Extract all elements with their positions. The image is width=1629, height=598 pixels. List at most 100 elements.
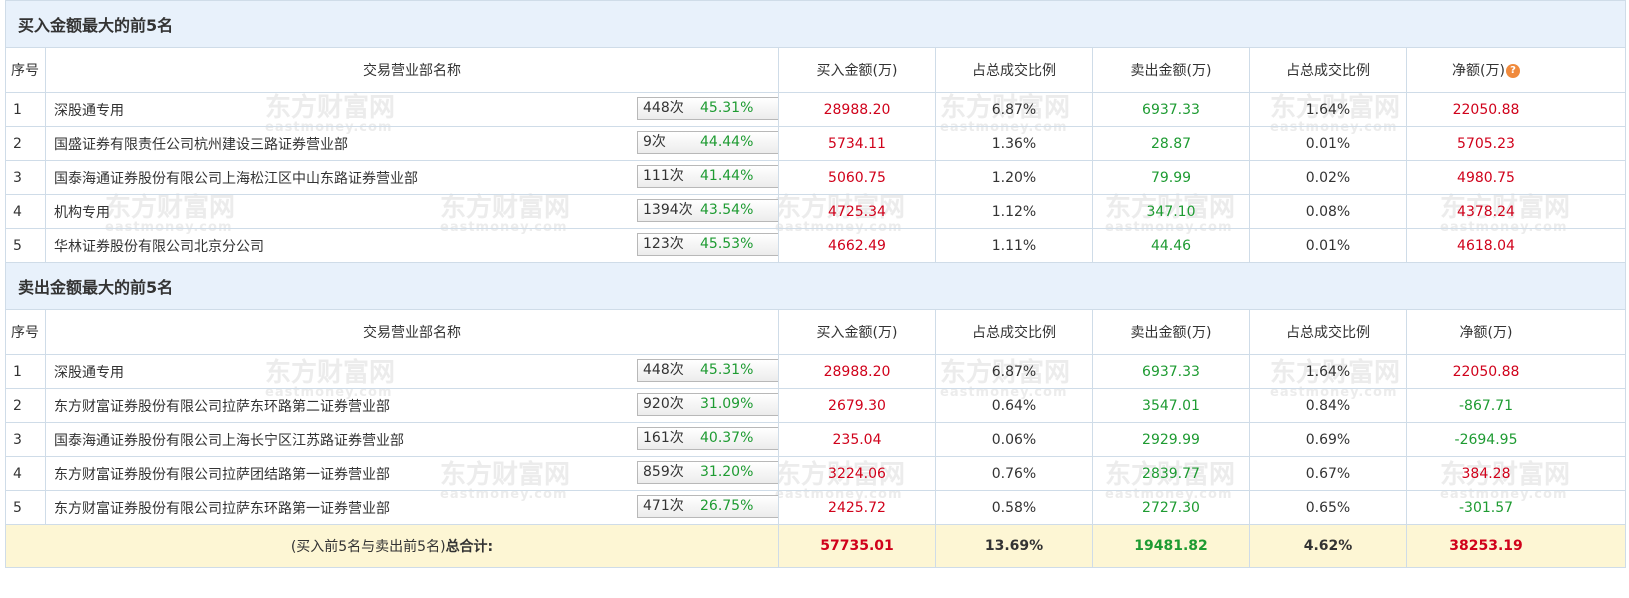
table-row: 3 国泰海通证券股份有限公司上海松江区中山东路证券营业部 111次 41.44% 506… [5,160,1627,195]
col-header-name: 交易营业部名称 [45,309,779,355]
buy-ratio: 1.11% [935,228,1093,263]
appearance-count: 9次 [643,134,666,150]
col-header-no: 序号 [5,47,46,93]
department-name-link[interactable]: 深股通专用 [54,362,124,382]
sell-amount: 28.87 [1092,126,1250,161]
col-header-sell: 卖出金额(万) [1092,309,1250,355]
win-rate: 45.53% [700,236,754,252]
section-title-sell: 卖出金额最大的前5名 [4,262,1627,310]
win-rate: 31.20% [700,464,754,480]
table-row: 4 东方财富证券股份有限公司拉萨团结路第一证券营业部 859次 31.20% 3224.… [5,456,1627,491]
appearance-count: 471次 [643,498,684,514]
total-net: 38253.19 [1405,524,1627,568]
history-stats-button[interactable]: 111次 41.44% [637,165,778,188]
row-no: 5 [5,490,46,525]
buy-ratio: 1.36% [935,126,1093,161]
total-label-bold: 总合计: [445,539,494,555]
department-cell: 机构专用 1394次 43.54% [45,194,779,229]
department-cell: 国泰海通证券股份有限公司上海松江区中山东路证券营业部 111次 41.44% [45,160,779,195]
total-sell: 19481.82 [1092,524,1250,568]
win-rate: 40.37% [700,430,754,446]
buy-ratio: 0.06% [935,422,1093,457]
row-no: 3 [5,160,46,195]
buy-amount: 4725.34 [778,194,936,229]
buy-ratio: 6.87% [935,92,1093,127]
appearance-count: 111次 [643,168,684,184]
history-stats-button[interactable]: 448次45.31%? [637,97,778,120]
section-title-buy: 买入金额最大的前5名 [4,0,1627,48]
sell-top5-section: 卖出金额最大的前5名 序号 交易营业部名称 买入金额(万) 占总成交比例 卖出金… [4,262,1627,525]
header-row: 序号 交易营业部名称 买入金额(万) 占总成交比例 卖出金额(万) 占总成交比例… [5,47,1627,93]
row-no: 2 [5,388,46,423]
table-row: 1深股通专用448次45.31%?28988.206.87%6937.331.6… [5,92,1627,127]
department-name-link[interactable]: 国泰海通证券股份有限公司上海长宁区江苏路证券营业部 [54,430,404,450]
sell-amount: 3547.01 [1092,388,1250,423]
buy-amount: 2425.72 [778,490,936,525]
sell-ratio: 0.67% [1249,456,1407,491]
history-stats-button[interactable]: 161次 40.37% [637,427,778,450]
buy-ratio: 1.12% [935,194,1093,229]
trading-departments-panel: 买入金额最大的前5名 序号 交易营业部名称 买入金额(万) 占总成交比例 卖出金… [4,0,1627,568]
sell-ratio: 0.02% [1249,160,1407,195]
total-section: (买入前5名与卖出前5名)总合计: 57735.01 13.69% 19481.… [5,524,1627,568]
total-sell-ratio: 4.62% [1249,524,1407,568]
sell-ratio: 0.08% [1249,194,1407,229]
question-icon[interactable]: ? [1505,64,1520,78]
sell-ratio: 0.84% [1249,388,1407,423]
history-stats-button[interactable]: 1394次 43.54% [637,199,778,222]
history-stats-button[interactable]: 920次 31.09% [637,393,778,416]
buy-amount: 28988.20 [778,354,936,389]
win-rate: 45.31% [700,100,754,116]
col-header-buy-ratio: 占总成交比例 [935,309,1093,355]
history-stats-button[interactable]: 448次45.31%? [637,359,778,382]
department-cell: 东方财富证券股份有限公司拉萨东环路第二证券营业部 920次 31.09% [45,388,779,423]
row-no: 2 [5,126,46,161]
sell-ratio: 0.01% [1249,126,1407,161]
history-stats-button[interactable]: 471次 26.75% [637,495,778,518]
history-stats-button[interactable]: 123次 45.53% [637,233,778,256]
sell-amount: 6937.33 [1092,92,1250,127]
buy-amount: 4662.49 [778,228,936,263]
department-name-link[interactable]: 东方财富证券股份有限公司拉萨东环路第一证券营业部 [54,498,390,518]
department-name-link[interactable]: 东方财富证券股份有限公司拉萨团结路第一证券营业部 [54,464,390,484]
net-header-label: 净额(万) [1452,63,1505,79]
win-rate: 41.44% [700,168,754,184]
department-name-link[interactable]: 机构专用 [54,202,110,222]
appearance-count: 1394次 [643,202,693,218]
buy-amount: 5734.11 [778,126,936,161]
net-amount: 384.28 [1405,456,1627,491]
win-rate: 26.75% [700,498,754,514]
sell-ratio: 1.64% [1249,92,1407,127]
win-rate: 44.44% [700,134,754,150]
department-name-link[interactable]: 东方财富证券股份有限公司拉萨东环路第二证券营业部 [54,396,390,416]
department-name-link[interactable]: 华林证券股份有限公司北京分公司 [54,236,264,256]
col-header-buy-ratio: 占总成交比例 [935,47,1093,93]
department-cell: 深股通专用 448次45.31%? [45,92,779,127]
sell-amount: 2727.30 [1092,490,1250,525]
net-amount: -301.57 [1405,490,1627,525]
net-amount: 5705.23 [1405,126,1627,161]
total-label: (买入前5名与卖出前5名)总合计: [5,524,779,568]
table-row: 4 机构专用 1394次 43.54% 4725.34 1.12% 347.10 0.08% 4… [5,194,1627,229]
table-row: 5 华林证券股份有限公司北京分公司 123次 45.53% 4662.49 1.11% 44… [5,228,1627,263]
history-stats-button[interactable]: 859次 31.20% [637,461,778,484]
net-amount: 4378.24 [1405,194,1627,229]
sell-amount: 44.46 [1092,228,1250,263]
col-header-net: 净额(万)? [1405,47,1627,93]
buy-ratio: 6.87% [935,354,1093,389]
header-row: 序号 交易营业部名称 买入金额(万) 占总成交比例 卖出金额(万) 占总成交比例… [5,309,1627,355]
net-header-label: 净额(万) [1459,325,1513,341]
history-stats-button[interactable]: 9次 44.44% [637,131,778,154]
department-name-link[interactable]: 国泰海通证券股份有限公司上海松江区中山东路证券营业部 [54,168,418,188]
row-no: 5 [5,228,46,263]
buy-ratio: 0.58% [935,490,1093,525]
department-name-link[interactable]: 深股通专用 [54,100,124,120]
sell-ratio: 0.01% [1249,228,1407,263]
net-amount: -867.71 [1405,388,1627,423]
buy-amount: 3224.06 [778,456,936,491]
sell-amount: 6937.33 [1092,354,1250,389]
buy-amount: 2679.30 [778,388,936,423]
sell-amount: 2929.99 [1092,422,1250,457]
appearance-count: 448次 [643,362,684,378]
department-name-link[interactable]: 国盛证券有限责任公司杭州建设三路证券营业部 [54,134,348,154]
